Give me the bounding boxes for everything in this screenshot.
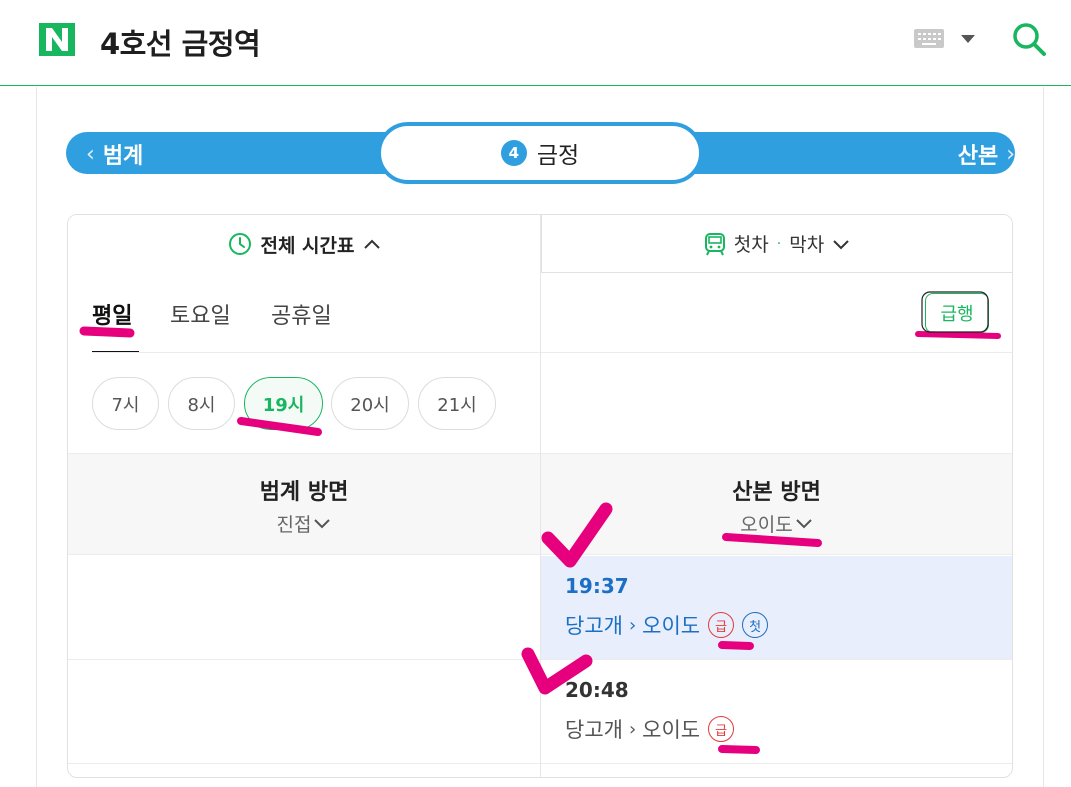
search-icon[interactable] [1011, 21, 1047, 57]
prev-station-button[interactable]: ‹ 범계 [86, 138, 143, 170]
route-from: 당고개 [565, 614, 623, 638]
chevron-right-icon: › [1006, 141, 1015, 167]
train-icon [704, 232, 725, 255]
tab-holiday[interactable]: 공휴일 [271, 298, 332, 330]
express-filter-button[interactable]: 급행 [925, 293, 989, 333]
chevron-right-icon: › [628, 718, 637, 740]
direction-name: 산본 방면 [732, 479, 821, 505]
express-badge: 급 [708, 716, 735, 742]
tab-saturday[interactable]: 토요일 [170, 298, 231, 330]
separator-dot: · [776, 235, 782, 252]
next-station-label: 산본 [957, 144, 999, 169]
timetable-card: 전체 시간표 첫차 · 막차 평일 토요일 공휴일 급행 7시 8시 19시 2… [67, 214, 1013, 778]
tab-weekday[interactable]: 평일 [92, 298, 132, 330]
hour-7[interactable]: 7시 [92, 377, 159, 430]
day-type-tabs: 평일 토요일 공휴일 [92, 273, 1012, 353]
line-number-badge: 4 [500, 140, 527, 166]
train-entry[interactable]: 20:48 당고개 › 오이도 급 [541, 660, 1012, 763]
hour-20[interactable]: 20시 [331, 377, 409, 430]
train-route: 당고개 › 오이도 급 [565, 714, 1012, 744]
route-to: 오이도 [642, 718, 701, 742]
clock-icon [229, 233, 252, 255]
chevron-right-icon: › [628, 614, 637, 636]
tab-all-timetable[interactable]: 전체 시간표 [68, 215, 541, 273]
destination-dropdown[interactable]: 오이도 [740, 510, 812, 537]
tab-first-last-train[interactable]: 첫차 · 막차 [541, 215, 1012, 273]
train-entry[interactable]: 19:37 당고개 › 오이도 급 첫 [541, 556, 1012, 659]
chevron-down-icon [833, 239, 849, 249]
direction-sanbon: 산본 방면 오이도 [541, 454, 1012, 556]
first-train-badge: 첫 [742, 612, 769, 638]
route-from: 당고개 [565, 718, 623, 742]
current-station-name: 금정 [536, 143, 580, 169]
hour-8[interactable]: 8시 [168, 377, 235, 430]
train-route: 당고개 › 오이도 급 첫 [565, 610, 1012, 640]
express-badge: 급 [708, 612, 735, 638]
departure-time: 20:48 [565, 678, 629, 702]
next-station-button[interactable]: 산본 › [958, 138, 1015, 170]
destination-label: 오이도 [740, 513, 793, 536]
dropdown-caret-icon[interactable] [961, 35, 975, 43]
hour-19[interactable]: 19시 [244, 377, 323, 430]
app-header: 4호선 금정역 [0, 0, 1071, 86]
divider [92, 352, 1012, 353]
chevron-up-icon [363, 239, 380, 249]
tab-all-timetable-label: 전체 시간표 [260, 234, 355, 257]
destination-dropdown[interactable]: 진접 [277, 510, 332, 537]
direction-beomgye: 범계 방면 진접 [68, 454, 540, 556]
prev-station-label: 범계 [102, 144, 144, 169]
departure-time: 19:37 [565, 574, 629, 598]
column-divider [540, 215, 541, 777]
route-to: 오이도 [642, 614, 701, 638]
chevron-down-icon [314, 519, 331, 529]
naver-logo-icon[interactable] [39, 23, 75, 56]
last-train-label: 막차 [789, 234, 825, 256]
current-station: 4 금정 [377, 122, 703, 184]
hour-21[interactable]: 21시 [418, 377, 496, 430]
page-title: 4호선 금정역 [100, 27, 261, 61]
keyboard-icon[interactable] [914, 29, 944, 48]
destination-label: 진접 [276, 513, 312, 536]
chevron-down-icon [796, 519, 812, 529]
first-train-label: 첫차 [733, 234, 769, 256]
direction-name: 범계 방면 [259, 479, 349, 505]
chevron-left-icon: ‹ [86, 141, 95, 167]
